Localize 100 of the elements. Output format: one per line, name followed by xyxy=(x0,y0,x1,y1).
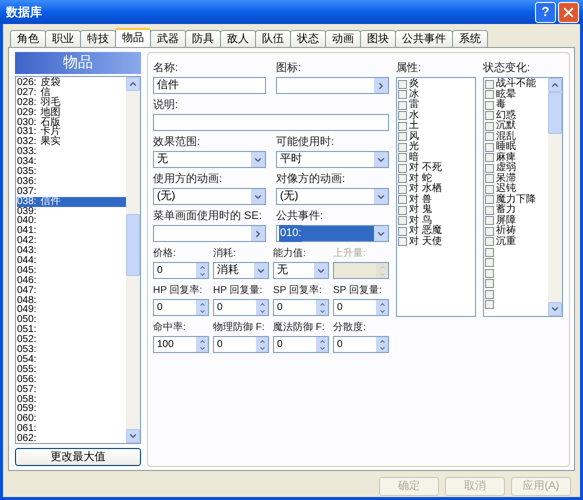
list-item[interactable]: 055: xyxy=(17,364,126,375)
list-item[interactable]: 027: 信 xyxy=(17,88,126,98)
checkbox[interactable] xyxy=(485,122,494,131)
list-item[interactable]: 035: xyxy=(17,167,126,177)
scroll-down-button[interactable] xyxy=(548,302,562,316)
dropdown[interactable]: (无) xyxy=(153,188,266,205)
checkbox[interactable] xyxy=(485,258,494,268)
list-item[interactable]: 034: xyxy=(17,157,126,168)
checkbox[interactable] xyxy=(485,248,494,257)
number-field[interactable]: 0 xyxy=(153,262,209,279)
list-item[interactable]: 044: xyxy=(17,256,126,266)
number-field[interactable]: 0 xyxy=(333,299,389,316)
list-item[interactable]: 037: xyxy=(17,186,126,197)
checkbox[interactable] xyxy=(398,216,407,226)
list-item[interactable]: 059: xyxy=(17,404,126,414)
tab[interactable]: 物品 xyxy=(115,28,151,47)
checkbox[interactable] xyxy=(485,237,494,246)
list-item[interactable]: 050: xyxy=(17,315,126,326)
number-field[interactable]: 0 xyxy=(213,336,269,353)
list-item[interactable]: 058: xyxy=(17,394,126,404)
tab[interactable]: 状态 xyxy=(290,30,326,47)
spinner-icon[interactable] xyxy=(196,263,208,278)
tab[interactable]: 防具 xyxy=(185,30,221,47)
chevron-right-icon[interactable] xyxy=(374,78,388,93)
checkbox[interactable] xyxy=(398,153,407,162)
tab[interactable]: 图块 xyxy=(360,30,396,47)
number-field[interactable]: 0 xyxy=(273,336,329,353)
checkbox[interactable] xyxy=(485,90,494,100)
checkbox[interactable] xyxy=(398,122,407,131)
chevron-down-icon[interactable] xyxy=(251,189,265,204)
tab[interactable]: 队伍 xyxy=(255,30,291,47)
checkbox[interactable] xyxy=(485,174,494,184)
list-item[interactable]: 041: xyxy=(17,226,126,236)
checkbox[interactable] xyxy=(485,300,494,310)
dropdown[interactable]: 无 xyxy=(153,151,266,168)
scroll-up-button[interactable] xyxy=(126,77,140,91)
checkbox[interactable] xyxy=(398,226,407,236)
scrollbar[interactable] xyxy=(126,77,140,443)
scroll-up-button[interactable] xyxy=(548,78,562,92)
dropdown[interactable]: (无) xyxy=(276,188,389,205)
spinner-icon[interactable] xyxy=(316,300,328,315)
list-item[interactable]: 033: xyxy=(17,147,126,158)
scroll-down-button[interactable] xyxy=(126,429,140,443)
checkbox[interactable] xyxy=(485,206,494,215)
list-item[interactable]: 061: xyxy=(17,424,126,434)
list-item[interactable]: 052: xyxy=(17,335,126,346)
chevron-down-icon[interactable] xyxy=(374,152,388,167)
list-item[interactable]: 039: xyxy=(17,206,126,216)
list-item[interactable]: 054: xyxy=(17,354,126,365)
checkbox[interactable] xyxy=(485,153,494,162)
spinner-icon[interactable] xyxy=(256,337,268,352)
tab[interactable]: 系统 xyxy=(452,30,488,47)
text-field[interactable] xyxy=(153,114,389,131)
checkbox[interactable] xyxy=(398,174,407,184)
checkbox[interactable] xyxy=(485,195,494,204)
checkbox[interactable] xyxy=(485,142,494,152)
checkbox[interactable] xyxy=(398,100,407,110)
list-item[interactable]: 032: 果实 xyxy=(17,137,126,148)
help-button[interactable]: ? xyxy=(535,2,556,22)
tab[interactable]: 公共事件 xyxy=(395,30,453,47)
spinner-icon[interactable] xyxy=(316,337,328,352)
spinner-icon[interactable] xyxy=(376,337,388,352)
checkbox[interactable] xyxy=(398,184,407,194)
checkbox[interactable] xyxy=(398,195,407,204)
scrollbar-thumb[interactable] xyxy=(548,92,562,134)
text-field[interactable]: 信件 xyxy=(153,77,266,94)
chevron-right-icon[interactable] xyxy=(251,226,265,241)
checkbox[interactable] xyxy=(485,279,494,288)
checkbox[interactable] xyxy=(398,80,407,89)
list-item[interactable]: 056: xyxy=(17,374,126,385)
list-item[interactable]: 026: 皮袋 xyxy=(17,78,126,88)
list-item[interactable]: 060: xyxy=(17,414,126,424)
dropdown[interactable]: 消耗 xyxy=(213,262,269,279)
checkbox[interactable] xyxy=(398,111,407,120)
checkbox[interactable] xyxy=(485,268,494,278)
picker-field[interactable] xyxy=(276,77,389,94)
checkbox[interactable] xyxy=(485,132,494,142)
checkbox[interactable] xyxy=(398,142,407,152)
dropdown[interactable]: 平时 xyxy=(276,151,389,168)
list-item[interactable]: 051: xyxy=(17,325,126,336)
chevron-down-icon[interactable] xyxy=(374,189,388,204)
tab[interactable]: 敌人 xyxy=(220,30,256,47)
chevron-down-icon[interactable] xyxy=(374,226,388,241)
dropdown[interactable]: 010: xyxy=(276,225,389,242)
list-item[interactable]: 046: xyxy=(17,276,126,286)
list-item[interactable]: 028: 羽毛 xyxy=(17,98,126,108)
spinner-icon[interactable] xyxy=(196,300,208,315)
checkbox[interactable] xyxy=(398,132,407,142)
list-item[interactable]: 053: xyxy=(17,345,126,355)
scrollbar-thumb[interactable] xyxy=(126,214,140,276)
list-item[interactable]: 047: xyxy=(17,286,126,296)
list-item[interactable]: 045: xyxy=(17,266,126,276)
checkbox[interactable] xyxy=(485,226,494,236)
close-button[interactable] xyxy=(558,2,579,22)
list-item[interactable]: 042: xyxy=(17,236,126,246)
list-item[interactable]: 057: xyxy=(17,384,126,394)
change-maximum-button[interactable]: 更改最大值 xyxy=(15,448,141,466)
number-field[interactable]: 0 xyxy=(333,336,389,353)
spinner-icon[interactable] xyxy=(196,337,208,352)
tab[interactable]: 武器 xyxy=(150,30,186,47)
